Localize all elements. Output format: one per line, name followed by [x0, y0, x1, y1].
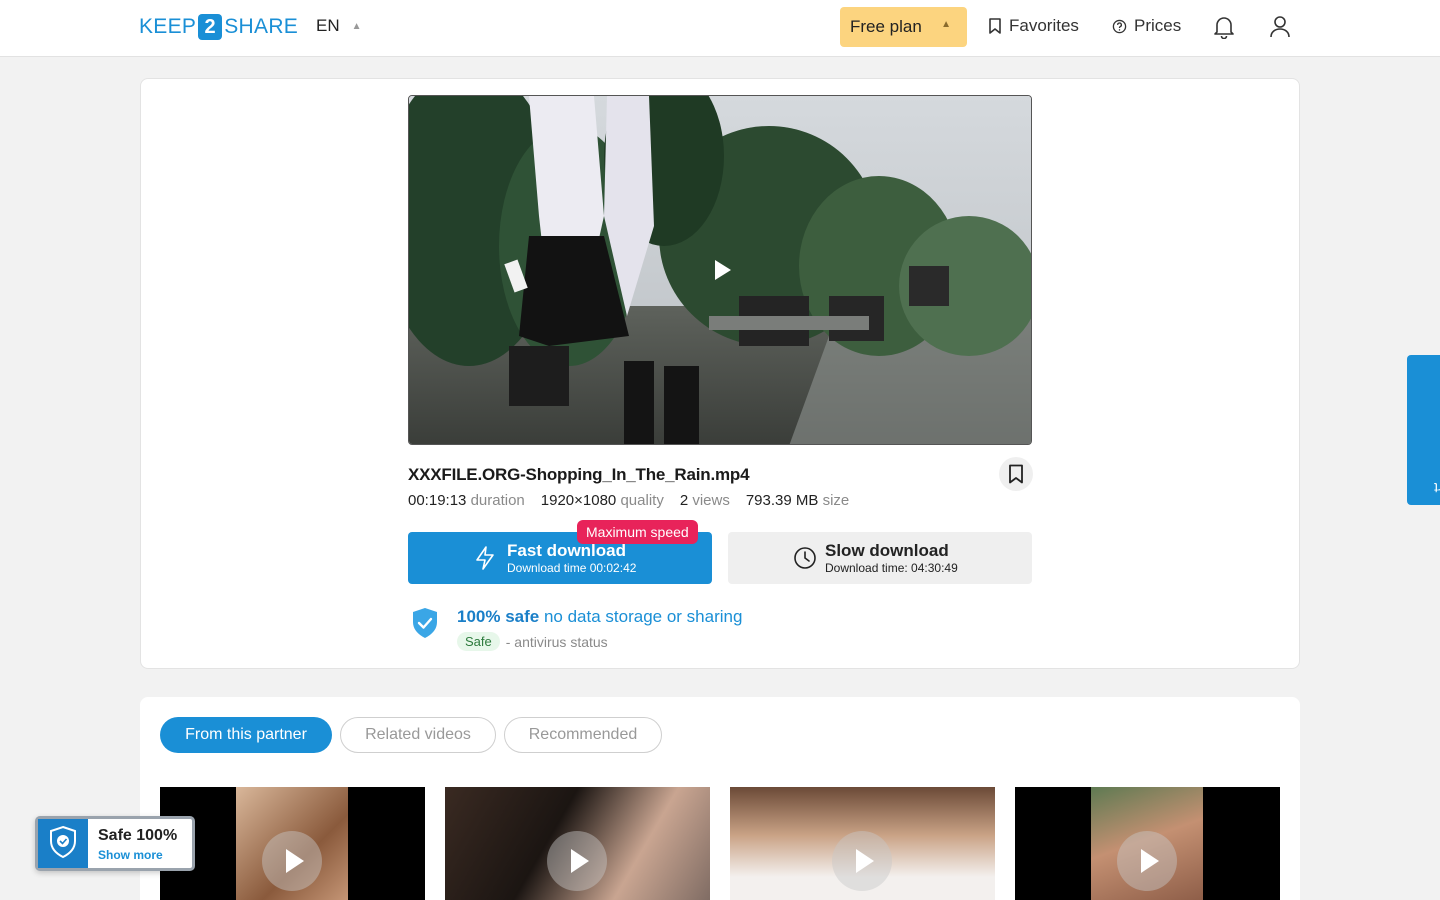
play-icon [547, 831, 607, 891]
lightning-icon [476, 546, 494, 570]
account-button[interactable] [1266, 13, 1294, 41]
safety-link-text[interactable]: no data storage or sharing [544, 607, 742, 626]
duration-label: duration [470, 492, 525, 509]
tab-related-videos[interactable]: Related videos [340, 717, 496, 753]
language-selector[interactable]: EN ▲ [316, 16, 362, 36]
tab-recommended[interactable]: Recommended [504, 717, 662, 753]
play-icon [832, 831, 892, 891]
quality-meta: 1920×1080 quality [541, 492, 664, 509]
site-logo[interactable]: KEEP 2 SHARE [139, 13, 298, 41]
language-label: EN [316, 16, 340, 35]
contact-support-label: contact support [1434, 480, 1440, 497]
video-thumb[interactable] [1015, 787, 1280, 900]
tab-from-this-partner[interactable]: From this partner [160, 717, 332, 753]
chevron-up-icon: ▲ [941, 19, 951, 30]
favorites-label: Favorites [1009, 16, 1079, 35]
plan-label: Free plan [850, 17, 922, 36]
duration-meta: 00:19:13 duration [408, 492, 525, 509]
favorites-link[interactable]: Favorites [988, 16, 1079, 36]
duration-value: 00:19:13 [408, 492, 467, 509]
logo-number: 2 [198, 14, 223, 40]
size-meta: 793.39 MB size [746, 492, 849, 509]
user-icon [1270, 16, 1290, 38]
play-icon [1117, 831, 1177, 891]
fast-download-label: Fast download [507, 541, 626, 560]
antivirus-status: Safe - antivirus status [457, 632, 608, 651]
show-more-link[interactable]: Show more [98, 848, 163, 862]
antivirus-safe-pill: Safe [457, 632, 500, 651]
safety-statement: 100% safe no data storage or sharing [457, 607, 742, 627]
safe-badge-shield [38, 819, 88, 868]
slow-download-button[interactable]: Slow download Download time: 04:30:49 [728, 532, 1032, 584]
help-circle-icon [1112, 19, 1127, 33]
shield-check-icon [50, 825, 76, 859]
video-thumb[interactable] [160, 787, 425, 900]
file-name: XXXFILE.ORG-Shopping_In_The_Rain.mp4 [408, 465, 750, 484]
bookmark-icon [989, 18, 1001, 34]
shield-check-icon [413, 608, 437, 638]
quality-value: 1920×1080 [540, 492, 617, 509]
prices-link[interactable]: Prices [1112, 16, 1181, 36]
bell-icon [1214, 17, 1234, 39]
views-label: views [692, 492, 730, 509]
bookmark-button[interactable] [999, 457, 1033, 491]
safe-badge-title: Safe 100% [98, 827, 178, 844]
quality-label: quality [620, 492, 664, 509]
views-value: 2 [679, 492, 689, 509]
size-value: 793.39 MB [745, 492, 819, 509]
video-thumb[interactable] [730, 787, 995, 900]
play-icon[interactable] [713, 259, 733, 281]
bookmark-icon [1009, 464, 1023, 484]
slow-download-label: Slow download [825, 541, 949, 560]
chevron-up-icon: ▲ [351, 20, 362, 32]
play-icon [262, 831, 322, 891]
clock-icon [794, 547, 816, 569]
safety-bold-text: 100% safe [457, 607, 540, 626]
fast-download-time: Download time 00:02:42 [507, 561, 637, 575]
views-meta: 2 views [680, 492, 730, 509]
antivirus-status-text: - antivirus status [505, 633, 608, 650]
logo-text-left: KEEP [139, 15, 197, 38]
prices-label: Prices [1134, 16, 1182, 35]
maximum-speed-badge: Maximum speed [577, 520, 698, 544]
safe-badge[interactable]: Safe 100% Show more [35, 816, 195, 871]
video-thumb[interactable] [445, 787, 710, 900]
top-header: KEEP 2 SHARE EN ▲ Free plan ▲ Favorites Pr… [0, 0, 1440, 57]
notifications-button[interactable] [1210, 13, 1238, 41]
contact-support-tab[interactable]: @contact support [1407, 355, 1440, 505]
size-label: size [822, 492, 850, 509]
file-meta: 00:19:13 duration 1920×1080 quality 2 vi… [408, 492, 849, 509]
slow-download-time: Download time: 04:30:49 [825, 561, 958, 575]
plan-dropdown[interactable]: Free plan ▲ [840, 7, 967, 47]
logo-text-right: SHARE [224, 15, 299, 38]
